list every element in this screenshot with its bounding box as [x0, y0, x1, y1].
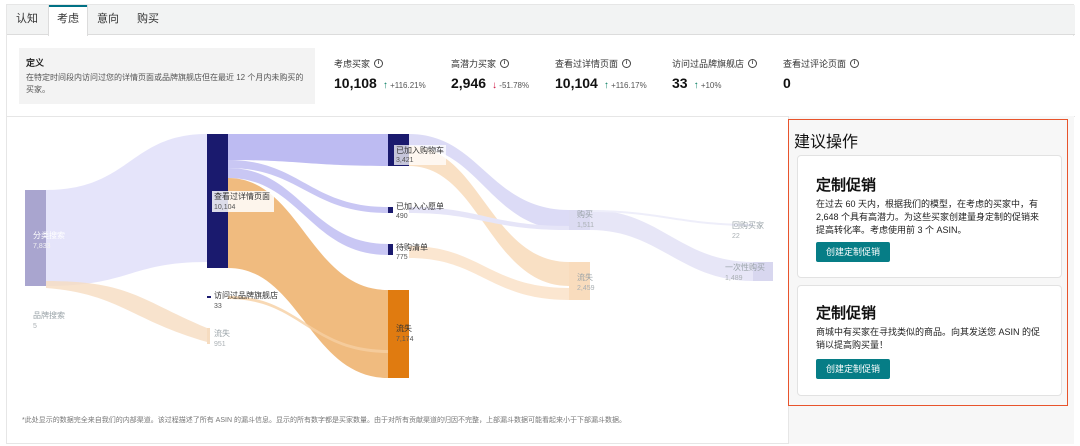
metric-store-visits: 访问过品牌旗舰店 i 33 ↑ +10%: [672, 57, 758, 91]
funnel-tab-bar: 认知 考虑 意向 购买: [7, 5, 1075, 36]
definition-box: 定义 在特定时间段内访问过您的详情页面或品牌旗舰店但在最近 12 个月内未购买的…: [19, 48, 315, 104]
info-icon[interactable]: i: [622, 59, 632, 68]
metric-label: 访问过品牌旗舰店: [672, 59, 745, 69]
tab-intent[interactable]: 意向: [88, 5, 128, 35]
card-body: 商城中有买家在寻找类似的商品。向其发送您 ASIN 的促销以提高购买量！: [816, 327, 1041, 350]
metrics-section: 定义 在特定时间段内访问过您的详情页面或品牌旗舰店但在最近 12 个月内未购买的…: [7, 36, 1075, 116]
metric-value: 10,104: [555, 75, 598, 91]
metric-label: 考虑买家: [334, 59, 371, 69]
metric-consideration-buyers: 考虑买家 i 10,108 ↑ +116.21%: [334, 57, 426, 91]
metric-change: ↑ +10%: [693, 80, 722, 91]
info-icon[interactable]: i: [374, 59, 384, 68]
definition-title: 定义: [26, 58, 45, 68]
card-title: 定制促销: [816, 305, 877, 322]
arrow-up-icon: ↑: [382, 80, 388, 91]
metric-label: 查看过详情页面: [555, 59, 619, 69]
arrow-down-icon: ↓: [492, 80, 498, 91]
metric-change: ↑ +116.17%: [603, 80, 647, 91]
metric-review-page-views: 查看过评论页面 i 0: [783, 57, 860, 91]
metric-label: 查看过评论页面: [783, 59, 847, 69]
info-icon[interactable]: i: [850, 59, 860, 68]
arrow-up-icon: ↑: [693, 80, 699, 91]
metric-value: 2,946: [451, 75, 487, 91]
footnote: *此处显示的数据完全来自我们的内部渠道。该过程描述了所有 ASIN 的漏斗信息。…: [22, 417, 626, 424]
info-icon[interactable]: i: [500, 59, 510, 68]
card-title: 定制促销: [816, 177, 877, 194]
metric-value: 0: [783, 75, 791, 91]
metric-detail-page-views: 查看过详情页面 i 10,104 ↑ +116.17%: [555, 57, 647, 91]
create-promotion-button[interactable]: 创建定制促销: [816, 242, 891, 262]
metric-change: ↓ -51.78%: [492, 80, 530, 91]
tab-awareness[interactable]: 认知: [7, 5, 47, 35]
card-body: 在过去 60 天内，根据我们的模型，在考虑的买家中，有 2,648 个具有高潜力…: [816, 199, 1040, 235]
metric-high-potential-buyers: 高潜力买家 i 2,946 ↓ -51.78%: [451, 57, 529, 91]
arrow-up-icon: ↑: [603, 80, 609, 91]
recommendation-card-2: 定制促销 商城中有买家在寻找类似的商品。向其发送您 ASIN 的促销以提高购买量…: [797, 285, 1062, 396]
metric-value: 33: [672, 75, 688, 91]
metric-change: ↑ +116.21%: [382, 80, 426, 91]
info-icon[interactable]: i: [748, 59, 758, 68]
recommendations-title: 建议操作: [794, 134, 859, 151]
definition-text: 在特定时间段内访问过您的详情页面或品牌旗舰店但在最近 12 个月内未购买的买家。: [26, 73, 304, 94]
tab-purchase[interactable]: 购买: [128, 5, 168, 35]
tab-consideration[interactable]: 考虑: [48, 5, 88, 36]
metric-label: 高潜力买家: [451, 59, 497, 69]
metric-value: 10,108: [334, 75, 377, 91]
recommendation-card-1: 定制促销 在过去 60 天内，根据我们的模型，在考虑的买家中，有 2,648 个…: [797, 155, 1062, 278]
create-promotion-button[interactable]: 创建定制促销: [816, 359, 891, 379]
